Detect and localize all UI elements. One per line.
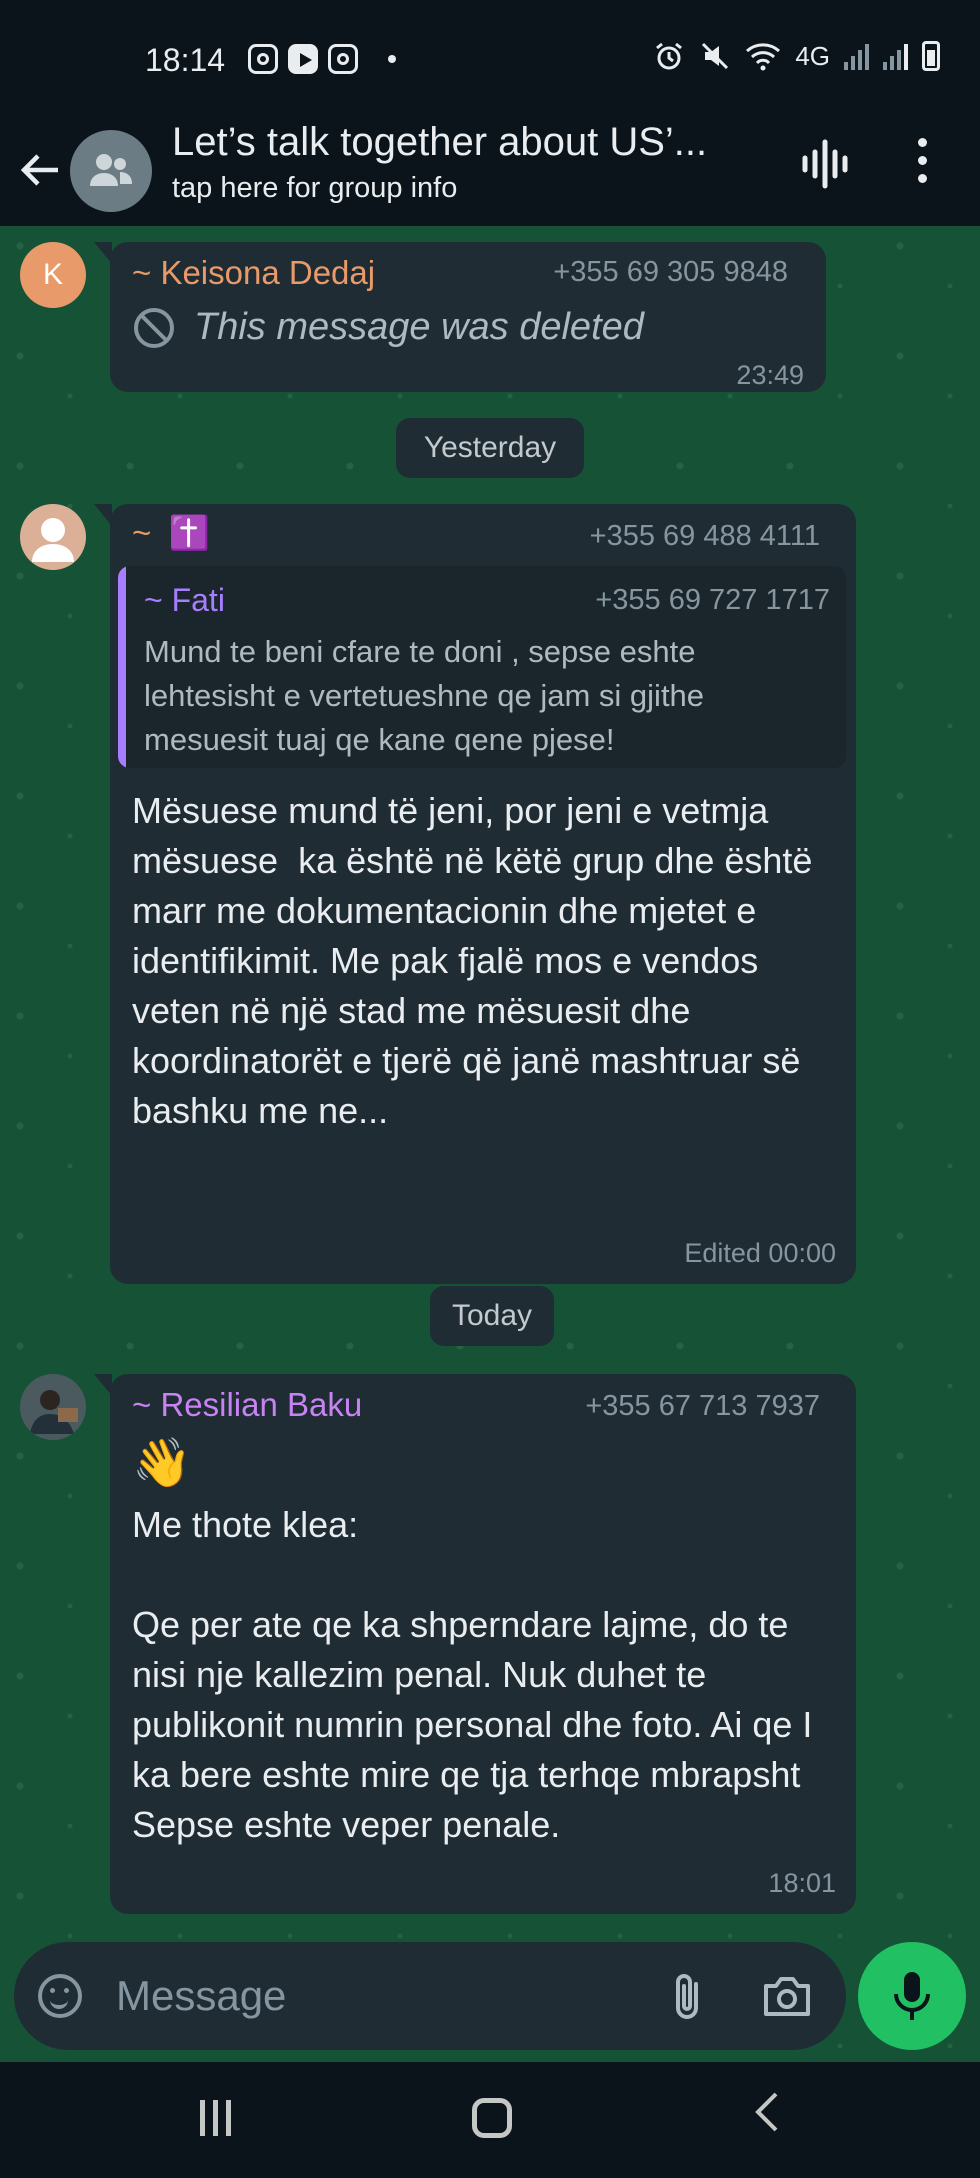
sender-phone: +355 67 713 7937 — [585, 1390, 820, 1422]
cross-emoji: ✝️ — [168, 514, 210, 551]
avatar[interactable]: K — [20, 242, 86, 308]
voice-message-button[interactable] — [858, 1942, 966, 2050]
group-info-hint[interactable]: tap here for group info — [172, 172, 457, 205]
signal-icon — [844, 42, 869, 70]
date-chip: Today — [430, 1286, 554, 1346]
message-time: Edited 00:00 — [684, 1238, 836, 1268]
quote-accent-bar — [118, 566, 126, 768]
sender-phone: +355 69 305 9848 — [553, 256, 788, 288]
attachment-icon[interactable] — [668, 1970, 708, 2027]
avatar[interactable] — [20, 504, 86, 570]
message-time: 23:49 — [736, 360, 804, 390]
date-chip: Yesterday — [396, 418, 584, 478]
back-arrow-icon[interactable] — [18, 148, 66, 196]
quoted-sender: ~ Fati — [144, 582, 225, 618]
more-notifications-dot-icon — [388, 55, 396, 63]
voice-chat-icon[interactable] — [800, 134, 852, 199]
message-time: 18:01 — [768, 1868, 836, 1898]
alarm-icon — [656, 42, 683, 70]
camera-icon[interactable] — [762, 1974, 812, 2023]
message-bubble[interactable]: ~ Keisona Dedaj +355 69 305 9848 This me… — [94, 242, 826, 392]
more-options-icon[interactable] — [918, 138, 930, 192]
quoted-message[interactable]: ~ Fati +355 69 727 1717 Mund te beni cfa… — [118, 566, 846, 768]
sender-name[interactable]: ~ Resilian Baku — [132, 1386, 362, 1424]
sender-name[interactable]: ~ ✝️ — [132, 514, 210, 553]
status-time: 18:14 — [145, 42, 226, 78]
instagram-icon — [248, 44, 278, 74]
emoji-icon[interactable] — [38, 1974, 82, 2018]
sender-phone: +355 69 488 4111 — [589, 520, 820, 552]
status-system-icons: 4G — [653, 40, 940, 72]
wifi-icon — [746, 43, 781, 71]
battery-icon — [922, 41, 940, 71]
status-bar: 18:14 4G — [0, 0, 980, 120]
message-bubble[interactable]: ~ ✝️ +355 69 488 4111 ~ Fati +355 69 727… — [94, 504, 856, 1284]
message-text: Mësuese mund të jeni, por jeni e vetmja … — [132, 790, 823, 1131]
back-icon[interactable] — [752, 2090, 782, 2146]
wave-emoji: 👋 — [132, 1437, 192, 1490]
instagram-icon — [328, 44, 358, 74]
quoted-phone: +355 69 727 1717 — [595, 584, 830, 616]
signal-icon — [883, 42, 908, 70]
quoted-text: Mund te beni cfare te doni , sepse eshte… — [144, 634, 705, 757]
recents-icon[interactable] — [200, 2100, 231, 2136]
message-input[interactable]: Message — [116, 1972, 286, 2020]
chat-header[interactable]: Let’s talk together about US’... tap her… — [0, 120, 980, 226]
avatar[interactable] — [20, 1374, 86, 1440]
message-bubble[interactable]: ~ Resilian Baku +355 67 713 7937 👋 Me th… — [94, 1374, 856, 1914]
microphone-icon — [894, 1972, 930, 2020]
mute-icon — [702, 42, 729, 70]
network-type: 4G — [795, 40, 830, 71]
message-text: Me thote klea: Qe per ate qe ka shpernda… — [132, 1504, 813, 1845]
youtube-icon — [288, 44, 318, 74]
deleted-message-text: This message was deleted — [194, 306, 644, 348]
system-navigation-bar — [0, 2062, 980, 2178]
group-avatar-icon[interactable] — [70, 130, 152, 212]
group-title[interactable]: Let’s talk together about US’... — [172, 120, 707, 165]
chat-area[interactable]: K ~ Keisona Dedaj +355 69 305 9848 This … — [0, 226, 980, 2062]
status-notification-icons — [248, 44, 396, 74]
message-composer[interactable]: Message — [14, 1942, 846, 2050]
sender-name[interactable]: ~ Keisona Dedaj — [132, 254, 375, 292]
home-icon[interactable] — [472, 2098, 512, 2138]
avatar-letter: K — [42, 258, 63, 291]
deleted-icon — [134, 308, 174, 348]
